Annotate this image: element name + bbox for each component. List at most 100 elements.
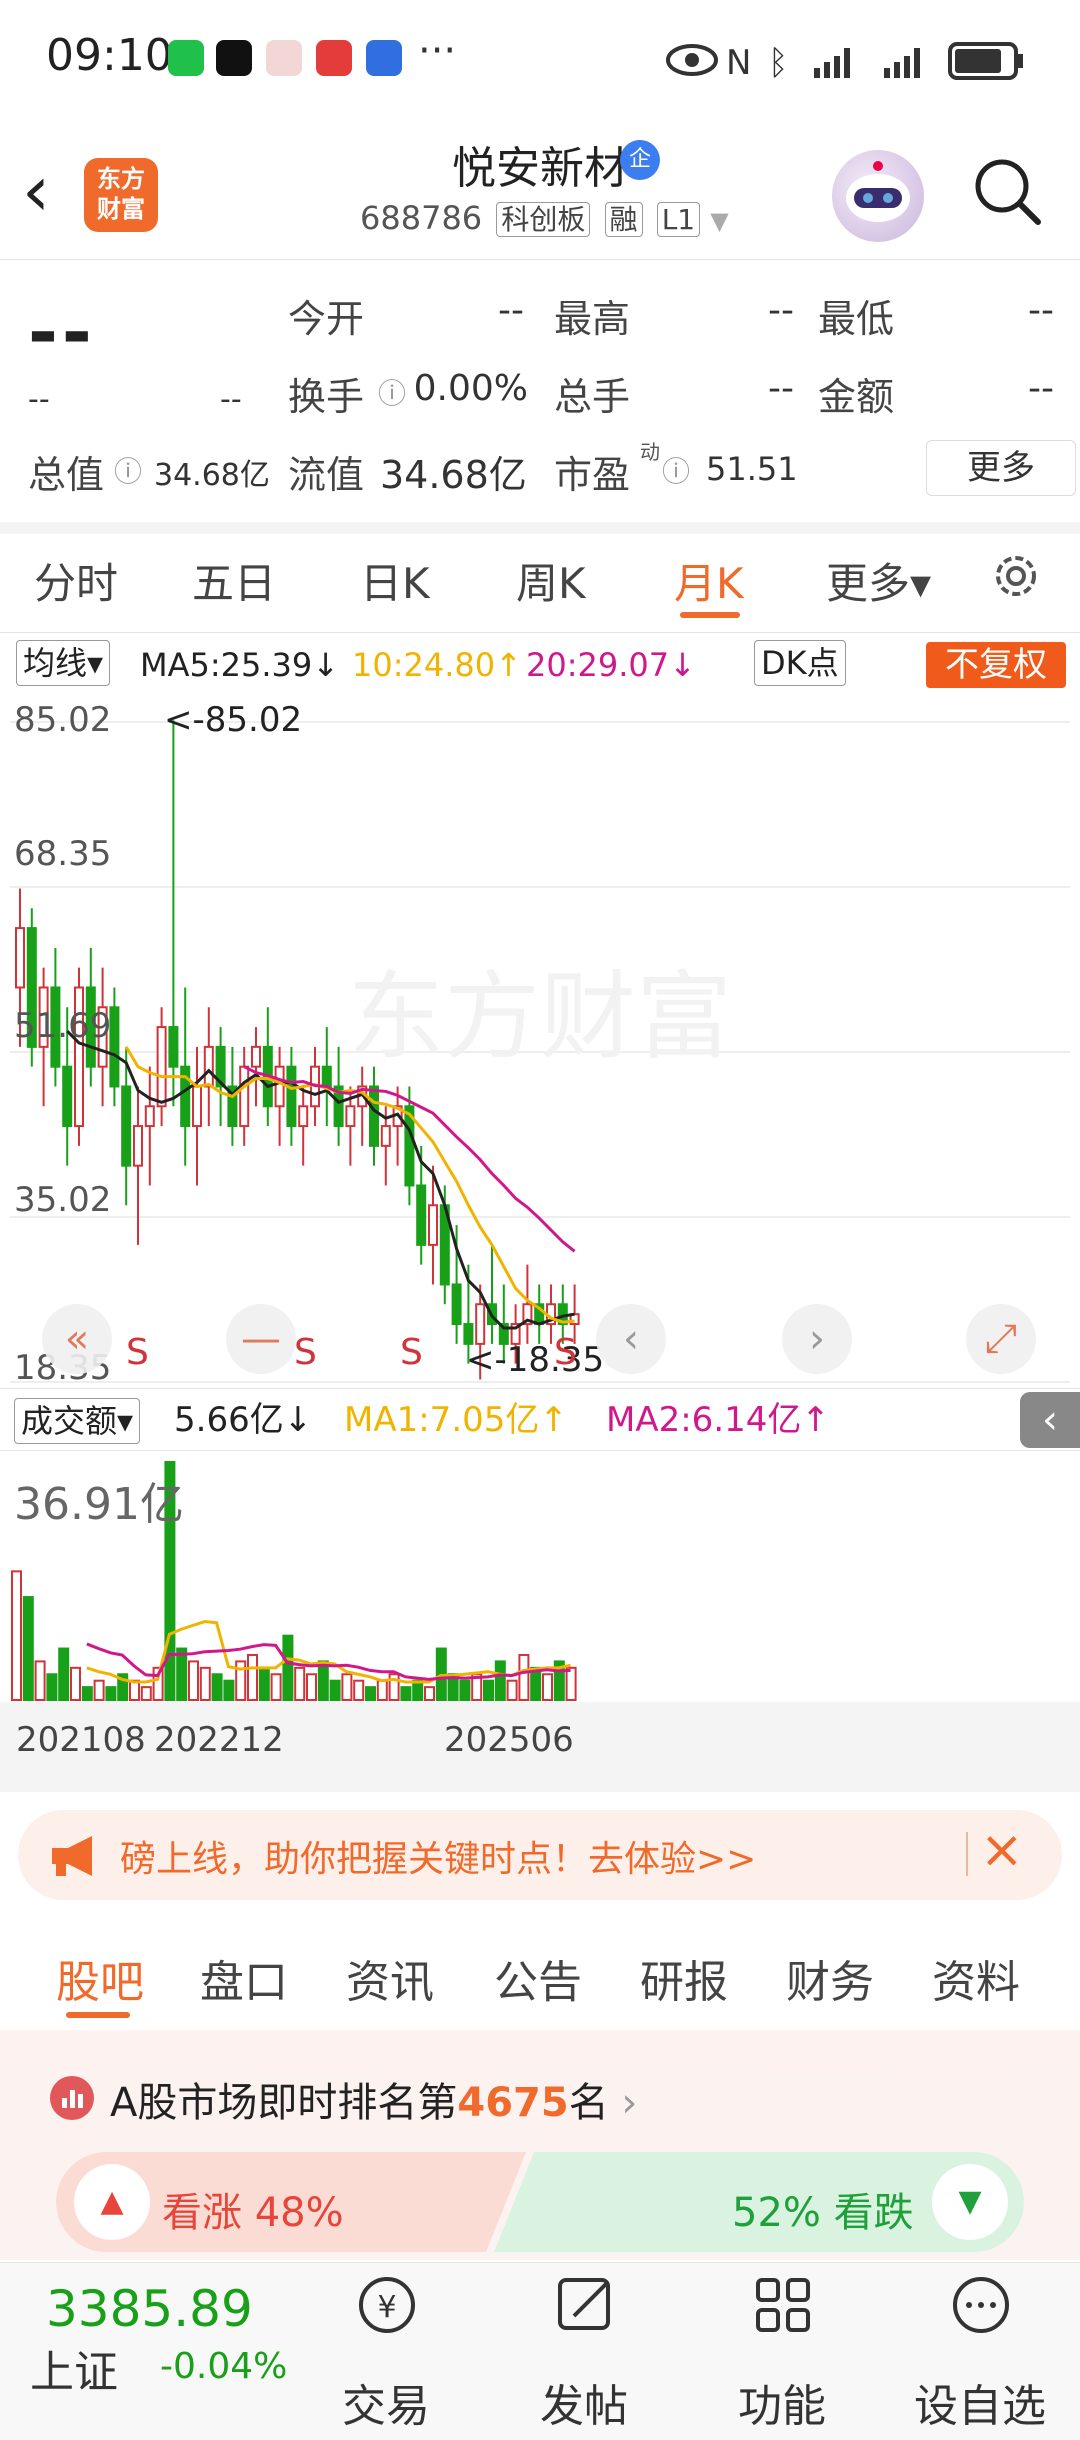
no-adjust-button[interactable]: 不复权 [926, 642, 1066, 688]
app-icon [366, 40, 402, 76]
divider [0, 1388, 1080, 1389]
volume-bar [247, 1653, 258, 1702]
tab-five-day[interactable]: 五日 [192, 550, 276, 611]
y-tick-label: 68.35 [14, 834, 112, 874]
x-tick-label: 202506 [444, 1720, 574, 1760]
logo-text: 财富 [97, 195, 145, 223]
tab-pankou[interactable]: 盘口 [200, 1946, 288, 2010]
svg-text:¥: ¥ [377, 2290, 396, 2325]
jump-start-icon[interactable]: « [42, 1304, 112, 1374]
status-bar: 09:10 ··· N ᛒ [0, 0, 1080, 120]
volume-bar [199, 1666, 211, 1702]
info-icon[interactable]: ⓘ [114, 450, 142, 490]
tab-announcements[interactable]: 公告 [494, 1946, 582, 2010]
settings-gear-icon[interactable] [988, 548, 1044, 604]
search-icon[interactable] [972, 156, 1042, 226]
candle-body [192, 1085, 202, 1128]
megaphone-icon [52, 1836, 92, 1876]
tab-finance[interactable]: 财务 [786, 1946, 874, 2010]
candle-body [15, 927, 25, 989]
bearish-pct: 52% 看跌 [732, 2190, 914, 2236]
low-label: 最低 [818, 297, 895, 341]
trade-icon: ¥ [359, 2277, 415, 2333]
candle-body [239, 1065, 250, 1128]
x-tick-label: 202212 [154, 1720, 284, 1760]
candle-body [428, 1204, 438, 1246]
high-label: 最高 [554, 297, 631, 341]
index-name[interactable]: 上证 [30, 2336, 118, 2400]
candle-body [380, 1125, 391, 1147]
volume-indicator-selector[interactable]: 成交额▾ [14, 1398, 141, 1444]
total-mv-label: 总值 [28, 453, 105, 497]
tab-news[interactable]: 资讯 [346, 1946, 434, 2010]
nav-add-watchlist[interactable]: 设自选 [910, 2370, 1050, 2434]
stock-code-row[interactable]: 688786 科创板 融 L1 ▼ [360, 198, 729, 238]
nav-functions[interactable]: 功能 [712, 2370, 852, 2434]
stock-code: 688786 [360, 199, 483, 237]
more-quote-button[interactable]: 更多 [926, 440, 1076, 496]
dk-point-selector[interactable]: DK点 [754, 640, 846, 686]
index-value[interactable]: 3385.89 [46, 2280, 253, 2338]
tab-monthly-k[interactable]: 月K [674, 550, 744, 611]
candle-body [274, 1065, 285, 1108]
volume-bar [376, 1679, 388, 1701]
rank-row[interactable]: A股市场即时排名第4675名 › [110, 2070, 637, 2128]
ma-selector[interactable]: 均线▾ [16, 640, 111, 686]
float-mv-value: 34.68亿 [380, 453, 527, 497]
tab-daily-k[interactable]: 日K [360, 550, 430, 611]
volume-bar [81, 1686, 93, 1701]
close-icon[interactable]: × [980, 1820, 1024, 1880]
rank-suffix: 名 [568, 2080, 609, 2126]
rank-chart-icon [50, 2076, 94, 2120]
bearish-button[interactable]: ▼ [932, 2164, 1008, 2240]
divider [0, 522, 1080, 534]
tab-profile[interactable]: 资料 [932, 1946, 1020, 2010]
current-price: -- [28, 290, 96, 374]
volume-bar [317, 1660, 329, 1702]
chevron-right-icon: › [608, 2080, 638, 2126]
tiktok-icon [216, 40, 252, 76]
open-value: -- [498, 290, 524, 331]
collapse-panel-icon[interactable]: ‹ [1020, 1392, 1080, 1448]
tab-intraday[interactable]: 分时 [34, 550, 118, 611]
pe-label: 市盈 [554, 453, 631, 497]
assistant-robot-icon[interactable] [832, 150, 924, 242]
more-dots-icon [953, 2277, 1009, 2333]
candle-body [203, 1045, 214, 1088]
chevron-left-icon[interactable]: ‹ [596, 1304, 666, 1374]
zoom-out-icon[interactable]: — [226, 1304, 296, 1374]
candle-body [416, 1184, 427, 1246]
total-mv-value: 34.68亿 [154, 458, 270, 493]
volume-bar [11, 1570, 22, 1701]
volume-bar [105, 1686, 117, 1701]
rank-number: 4675 [457, 2080, 569, 2126]
nav-trade[interactable]: 交易 [316, 2370, 456, 2434]
divider [0, 1450, 1080, 1451]
volume-label: 总手 [554, 375, 631, 419]
tab-weekly-k[interactable]: 周K [516, 550, 586, 611]
nav-post[interactable]: 发帖 [514, 2370, 654, 2434]
kline-chart[interactable]: 东方财富 [0, 690, 1080, 1390]
info-icon[interactable]: ⓘ [662, 450, 690, 490]
tab-research[interactable]: 研报 [640, 1946, 728, 2010]
functions-grid-icon [756, 2278, 810, 2332]
chevron-right-icon[interactable]: › [782, 1304, 852, 1374]
index-change: -0.04% [160, 2346, 288, 2387]
svg-text:ᛒ: ᛒ [768, 43, 788, 83]
max-price-label: <-85.02 [164, 700, 303, 740]
volume-bar [400, 1686, 412, 1701]
volume-bar [459, 1679, 471, 1701]
post-icon [558, 2278, 610, 2330]
fullscreen-icon[interactable]: ⤢ [966, 1304, 1036, 1374]
volume-bar [412, 1679, 424, 1701]
turnover-value: 0.00% [413, 368, 528, 409]
candle-body [156, 1026, 167, 1108]
tab-guba[interactable]: 股吧 [56, 1946, 144, 2010]
volume-bar [341, 1673, 353, 1701]
tab-more[interactable]: 更多▾ [826, 550, 931, 611]
bullish-button[interactable]: ▲ [74, 2164, 150, 2240]
price-change-pct: -- [220, 382, 242, 417]
amount-value: -- [1028, 368, 1054, 409]
volume-ma2: MA2:6.14亿↑ [606, 1400, 830, 1440]
volume-bar [223, 1679, 235, 1701]
